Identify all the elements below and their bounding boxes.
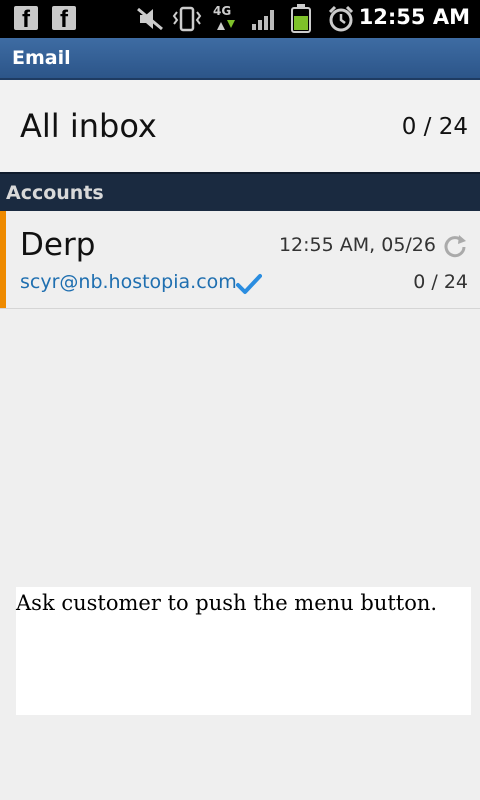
all-inbox-label: All inbox bbox=[20, 107, 157, 145]
accounts-header-label: Accounts bbox=[6, 182, 104, 204]
vibrate-icon bbox=[172, 6, 202, 32]
sync-icon[interactable] bbox=[442, 233, 468, 259]
network-type-label: 4G bbox=[213, 4, 232, 18]
all-inbox-count: 0 / 24 bbox=[401, 114, 468, 140]
account-count: 0 / 24 bbox=[413, 271, 468, 293]
instruction-text: Ask customer to push the menu button. bbox=[16, 591, 438, 615]
facebook-icon: f bbox=[14, 6, 38, 30]
account-color-bar bbox=[0, 211, 6, 308]
app-title-bar: Email bbox=[0, 38, 480, 80]
instruction-note: Ask customer to push the menu button. bbox=[16, 587, 471, 715]
status-bar: f f 4G 12:55 AM bbox=[0, 0, 480, 38]
mute-icon bbox=[137, 7, 163, 31]
battery-icon bbox=[291, 4, 311, 33]
clock-time: 12:55 AM bbox=[358, 5, 470, 29]
alarm-icon bbox=[328, 5, 354, 32]
all-inbox-row[interactable]: All inbox 0 / 24 bbox=[0, 80, 480, 172]
facebook-icon: f bbox=[52, 6, 76, 30]
checkmark-icon bbox=[236, 274, 262, 294]
account-last-sync: 12:55 AM, 05/26 bbox=[278, 234, 436, 256]
4g-icon: 4G bbox=[213, 4, 239, 32]
signal-icon bbox=[252, 10, 274, 30]
account-email: scyr@nb.hostopia.com bbox=[20, 271, 237, 293]
accounts-section-header: Accounts bbox=[0, 172, 480, 212]
account-row[interactable]: Derp 12:55 AM, 05/26 scyr@nb.hostopia.co… bbox=[0, 211, 480, 309]
account-name: Derp bbox=[20, 227, 96, 263]
app-title: Email bbox=[12, 47, 71, 69]
